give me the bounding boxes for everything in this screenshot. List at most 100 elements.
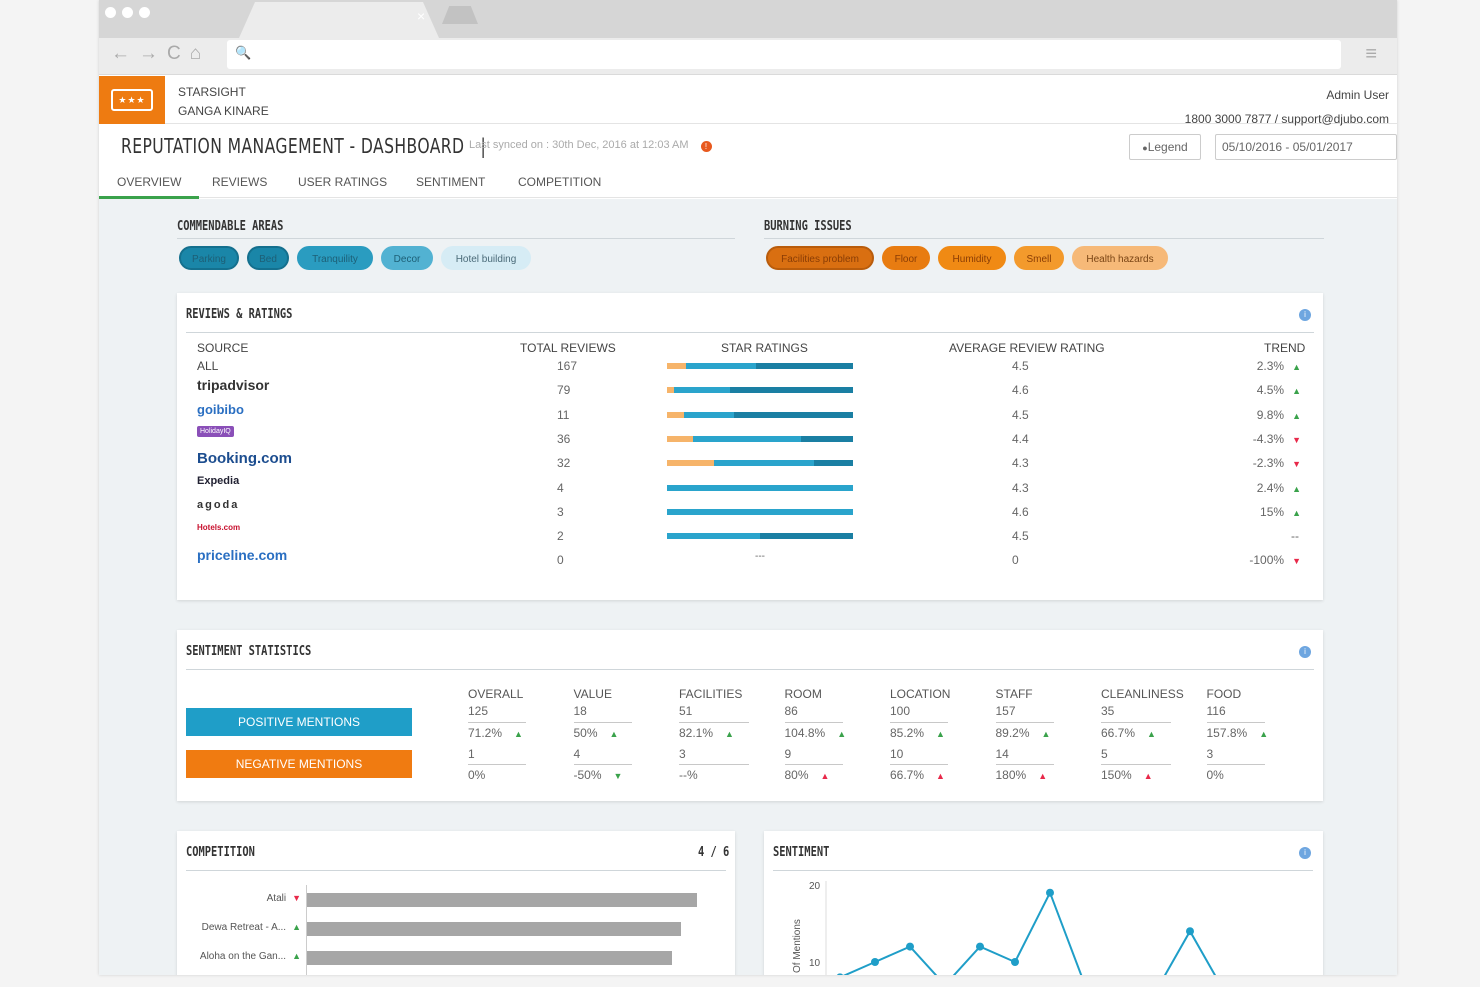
competitor-name: Atali [266,893,287,904]
competitor-bar[interactable] [307,893,698,907]
burning-pill-humidity[interactable]: Humidity [938,246,1006,270]
search-icon: 🔍 [235,45,252,60]
average-rating-value: 4.5 [1012,407,1029,422]
burning-divider [764,238,1324,239]
date-range-input[interactable]: 05/10/2016 - 05/01/2017 [1215,134,1397,160]
trend-up-icon: ▲ [837,729,847,739]
tab-close-icon[interactable]: × [417,8,425,24]
competitor-bar[interactable] [307,951,673,965]
address-bar[interactable]: 🔍 [227,40,1341,69]
maximize-window-dot[interactable] [139,7,150,18]
positive-percent-value: 89.2% [995,726,1030,740]
back-arrow-icon[interactable]: ← [111,43,130,65]
competitor-bar[interactable] [307,922,681,936]
tab-reviews[interactable]: REVIEWS [212,175,267,189]
burning-pill-health-hazards[interactable]: Health hazards [1072,246,1168,270]
trend-percent: 9.8% [1256,407,1285,422]
trend-up-icon: ▲ [1259,729,1269,739]
y-tick-label: 10 [809,958,821,969]
commendable-pill-tranquility[interactable]: Tranquility [297,246,373,270]
forward-arrow-icon[interactable]: → [139,43,158,65]
sentiment-data-point[interactable] [871,958,879,966]
competition-pager[interactable]: 4 / 6 [698,845,729,860]
trend-up-icon: ▲ [936,729,945,739]
sentiment-data-point[interactable] [1046,888,1054,897]
new-tab-button[interactable] [442,6,478,24]
burning-pill-facilities-problem[interactable]: Facilities problem [766,246,874,270]
tab-sentiment[interactable]: SENTIMENT [416,175,485,189]
source-agoda[interactable]: agoda [197,499,239,511]
competitor-label[interactable]: Dewa Retreat - A... ▲ [202,922,301,933]
close-window-dot[interactable] [105,7,116,18]
trend-up-icon: ▲ [1292,507,1301,518]
commendable-pill-decor[interactable]: Decor [381,246,433,270]
hamburger-menu-icon[interactable]: ≡ [1365,43,1377,66]
positive-percent: 50% ▲ [574,726,619,740]
sentiment-divider [1101,764,1171,765]
total-reviews-value: 2 [557,529,564,544]
positive-mentions-button[interactable]: POSITIVE MENTIONS [186,708,412,736]
y-tick-label: 20 [809,881,821,892]
source-hotels-com[interactable]: Hotels.com [197,523,240,532]
app-logo[interactable]: ★★★ [99,76,165,124]
home-icon[interactable]: ⌂ [190,43,201,65]
source-all[interactable]: ALL [197,359,218,373]
commendable-pill-bed[interactable]: Bed [247,246,289,270]
competitor-label[interactable]: Aloha on the Gan... ▲ [200,951,301,962]
sentiment-data-point[interactable] [906,942,914,951]
source-expedia[interactable]: Expedia [197,475,239,487]
reload-icon[interactable]: C [167,43,181,65]
sentiment-divider [573,764,632,765]
commendable-pill-hotel-building[interactable]: Hotel building [441,246,531,270]
sentiment-data-point[interactable] [976,942,984,951]
user-name[interactable]: Admin User [1185,83,1389,107]
sentiment-data-point[interactable] [1011,958,1019,966]
sentiment-chart-card: SENTIMENT i 20 10 Of Mentions [764,831,1323,975]
tab-user-ratings[interactable]: USER RATINGS [298,175,387,189]
negative-percent: 150% ▲ [1101,768,1153,782]
star-rating-segment [667,411,684,418]
competitor-name: Aloha on the Gan... [199,951,287,962]
source-goibibo[interactable]: goibibo [197,402,244,417]
sentiment-data-point[interactable] [1186,927,1194,936]
sentiment-stats-info-icon[interactable]: i [1299,646,1311,658]
source-booking-com[interactable]: Booking.com [197,450,292,467]
trend-up-icon: ▲ [1147,729,1156,739]
trend-up-icon: ▲ [609,729,619,739]
positive-percent-value: 82.1% [679,726,714,740]
nav-tabs: OVERVIEW REVIEWS USER RATINGS SENTIMENT … [99,168,1397,199]
reviews-card: REVIEWS & RATINGS i SOURCE TOTAL REVIEWS… [177,293,1323,600]
minimize-window-dot[interactable] [122,7,133,18]
negative-count: 9 [784,747,792,761]
star-rating-segment [667,363,686,369]
star-rating-bar [667,435,853,442]
trend-percent: -- [1291,529,1299,544]
star-rating-segment [667,508,853,515]
sentiment-data-point[interactable] [836,973,844,975]
total-reviews-value: 3 [557,504,564,519]
sentiment-col-staff: STAFF [995,687,1033,701]
col-trend: TREND [1264,341,1306,355]
source-priceline-com[interactable]: priceline.com [197,547,287,563]
commendable-pill-parking[interactable]: Parking [179,246,239,270]
trend-down-icon: ▼ [292,893,301,903]
trend-percent: -100% [1249,553,1285,568]
tab-competition[interactable]: COMPETITION [518,175,601,189]
tab-overview[interactable]: OVERVIEW [117,175,181,189]
source-holidayiq[interactable]: HolidayIQ [197,425,234,437]
burning-pill-floor[interactable]: Floor [882,246,930,270]
browser-tab[interactable] [239,2,439,38]
positive-count: 100 [890,704,911,718]
burning-pill-smell[interactable]: Smell [1014,246,1064,270]
sentiment-divider [679,764,749,765]
reviews-info-icon[interactable]: i [1299,309,1311,321]
sync-warning-icon[interactable]: ! [700,141,712,152]
average-rating-value: 4.5 [1012,359,1029,373]
legend-button[interactable]: ●Legend [1129,134,1201,160]
star-rating-empty: --- [755,551,765,563]
source-tripadvisor[interactable]: tripadvisor [197,377,269,393]
star-rating-bar [667,533,853,540]
negative-mentions-button[interactable]: NEGATIVE MENTIONS [186,750,412,778]
trend-value: -- [1291,529,1299,543]
competitor-label[interactable]: Atali ▼ [267,893,301,904]
